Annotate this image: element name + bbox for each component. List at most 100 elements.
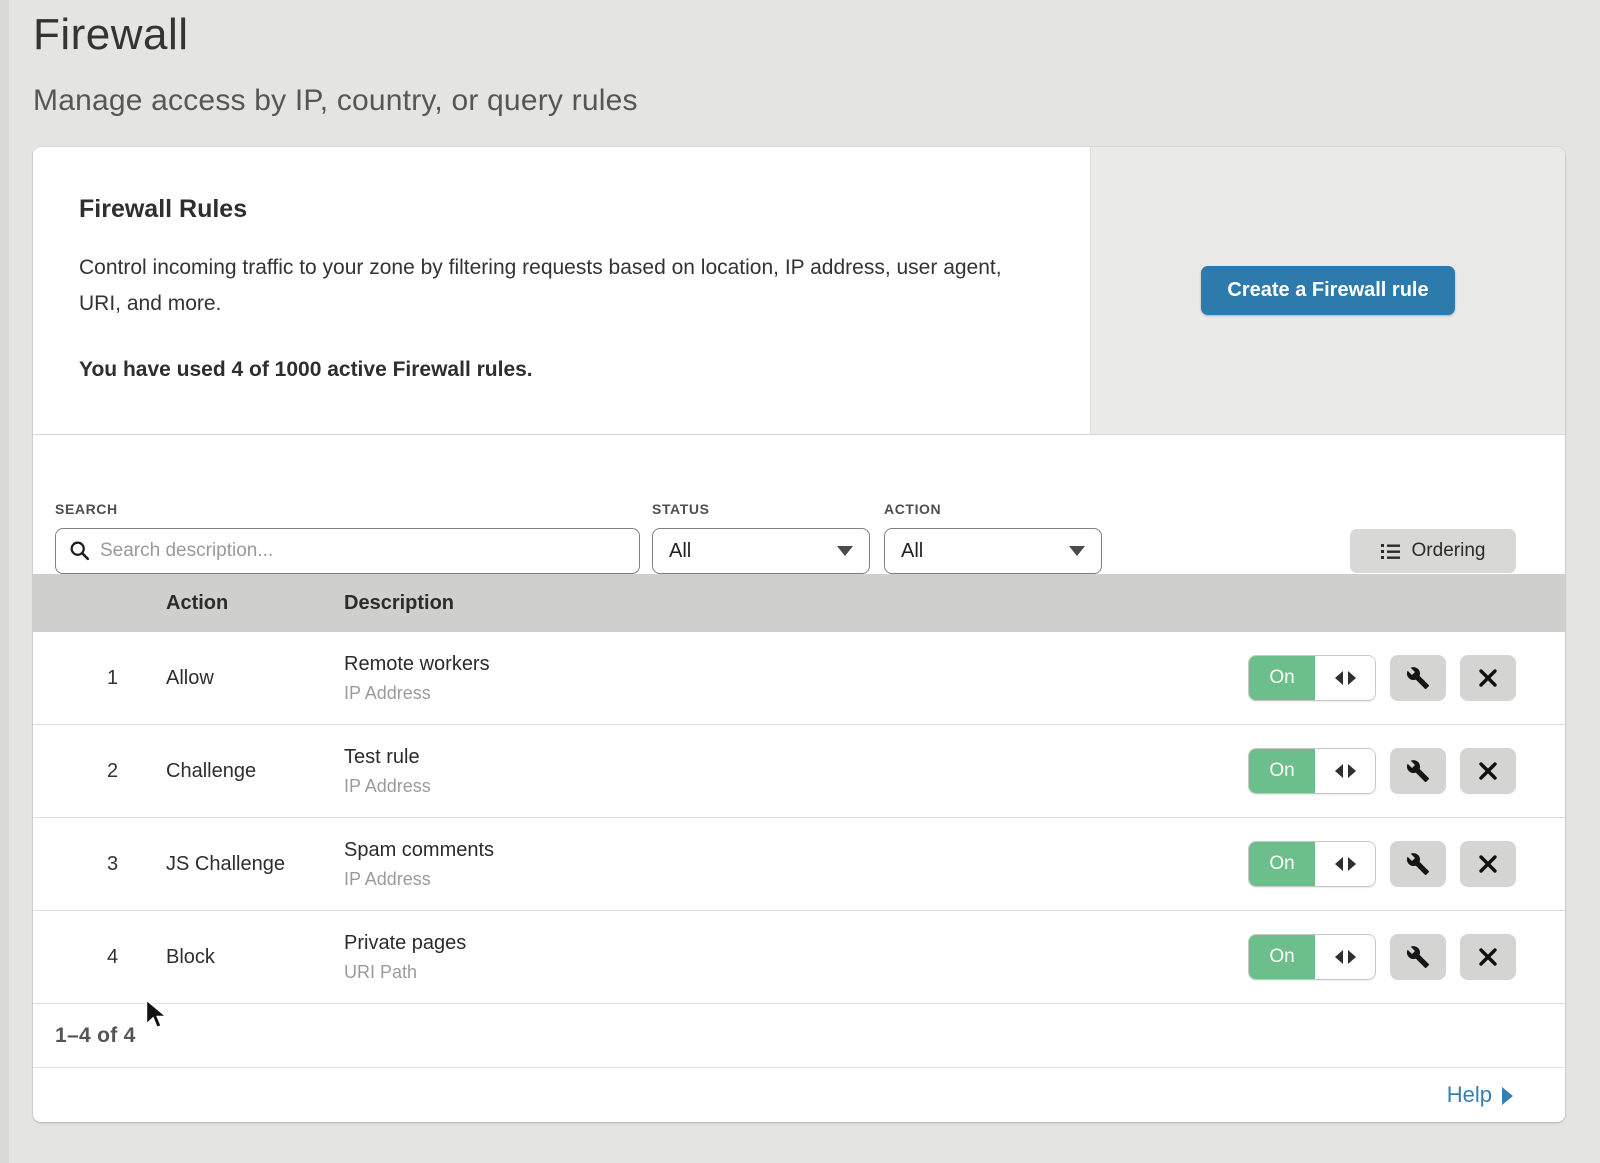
rule-description-cell: Spam comments IP Address <box>344 839 1248 890</box>
rule-enabled-toggle[interactable]: On <box>1248 841 1376 887</box>
rule-description-cell: Remote workers IP Address <box>344 653 1248 704</box>
rule-field-type: URI Path <box>344 962 1248 983</box>
table-header: Action Description <box>33 574 1565 632</box>
rule-field-type: IP Address <box>344 776 1248 797</box>
status-filter-group: STATUS All <box>652 501 870 574</box>
table-row: 2 Challenge Test rule IP Address On <box>33 725 1565 818</box>
table-row: 3 JS Challenge Spam comments IP Address … <box>33 818 1565 911</box>
rule-enabled-toggle[interactable]: On <box>1248 934 1376 980</box>
delete-rule-button[interactable] <box>1460 748 1516 794</box>
action-label: ACTION <box>884 501 1102 517</box>
rule-controls: On <box>1248 655 1565 701</box>
help-row: Help <box>33 1067 1565 1122</box>
close-icon <box>1478 761 1498 781</box>
help-link-label: Help <box>1447 1082 1492 1108</box>
rule-enabled-toggle[interactable]: On <box>1248 748 1376 794</box>
delete-rule-button[interactable] <box>1460 841 1516 887</box>
rule-field-type: IP Address <box>344 869 1248 890</box>
filters-bar: SEARCH STATUS All ACTION <box>33 435 1565 574</box>
delete-rule-button[interactable] <box>1460 934 1516 980</box>
toggle-on-label: On <box>1249 935 1315 979</box>
rules-overview-section: Firewall Rules Control incoming traffic … <box>33 147 1565 434</box>
toggle-on-label: On <box>1249 656 1315 700</box>
rule-priority: 1 <box>33 667 166 690</box>
help-link[interactable]: Help <box>1447 1082 1513 1108</box>
search-wrap <box>55 528 640 574</box>
rule-enabled-toggle[interactable]: On <box>1248 655 1376 701</box>
arrow-right-icon <box>1348 857 1356 871</box>
wrench-icon <box>1406 666 1430 690</box>
arrow-right-icon <box>1348 764 1356 778</box>
search-icon <box>69 540 91 562</box>
chevron-down-icon <box>1069 546 1085 556</box>
rule-action: Challenge <box>166 760 344 783</box>
arrow-left-icon <box>1335 764 1343 778</box>
rule-description-cell: Test rule IP Address <box>344 746 1248 797</box>
arrow-left-icon <box>1335 671 1343 685</box>
delete-rule-button[interactable] <box>1460 655 1516 701</box>
rule-field-type: IP Address <box>344 683 1248 704</box>
page-title: Firewall <box>33 0 1565 60</box>
chevron-down-icon <box>837 546 853 556</box>
table-row: 4 Block Private pages URI Path On <box>33 911 1565 1004</box>
toggle-knob <box>1315 935 1375 979</box>
toggle-knob <box>1315 842 1375 886</box>
table-row: 1 Allow Remote workers IP Address On <box>33 632 1565 725</box>
rules-description: Control incoming traffic to your zone by… <box>79 250 1029 322</box>
wrench-icon <box>1406 945 1430 969</box>
action-select-value: All <box>901 540 923 563</box>
toggle-knob <box>1315 749 1375 793</box>
arrow-left-icon <box>1335 857 1343 871</box>
rule-description: Test rule <box>344 746 1248 769</box>
arrow-right-icon <box>1502 1087 1513 1105</box>
rule-description-cell: Private pages URI Path <box>344 932 1248 983</box>
toggle-on-label: On <box>1249 842 1315 886</box>
rule-description: Private pages <box>344 932 1248 955</box>
wrench-icon <box>1406 759 1430 783</box>
create-rule-panel: Create a Firewall rule <box>1090 147 1565 434</box>
page-subtitle: Manage access by IP, country, or query r… <box>33 84 1565 118</box>
action-column-header: Action <box>166 592 344 615</box>
rule-action: Block <box>166 946 344 969</box>
firewall-page: Firewall Manage access by IP, country, o… <box>33 0 1565 1122</box>
pagination-range: 1–4 of 4 <box>55 1024 136 1048</box>
rules-usage-count: You have used 4 of 1000 active Firewall … <box>79 358 1044 382</box>
rule-priority: 4 <box>33 946 166 969</box>
rule-description: Remote workers <box>344 653 1248 676</box>
status-select-value: All <box>669 540 691 563</box>
close-icon <box>1478 668 1498 688</box>
rule-action: JS Challenge <box>166 853 344 876</box>
action-select[interactable]: All <box>884 528 1102 574</box>
arrow-right-icon <box>1348 950 1356 964</box>
search-filter-group: SEARCH <box>55 501 640 574</box>
wrench-icon <box>1406 852 1430 876</box>
status-select[interactable]: All <box>652 528 870 574</box>
list-ordering-icon <box>1381 543 1400 560</box>
toggle-on-label: On <box>1249 749 1315 793</box>
rules-info: Firewall Rules Control incoming traffic … <box>33 147 1090 434</box>
ordering-button[interactable]: Ordering <box>1350 529 1516 573</box>
rule-description: Spam comments <box>344 839 1248 862</box>
ordering-button-label: Ordering <box>1412 540 1486 562</box>
edit-rule-button[interactable] <box>1390 748 1446 794</box>
rule-controls: On <box>1248 748 1565 794</box>
rule-controls: On <box>1248 841 1565 887</box>
close-icon <box>1478 947 1498 967</box>
mouse-cursor <box>143 998 173 1032</box>
close-icon <box>1478 854 1498 874</box>
table-footer: 1–4 of 4 <box>33 1004 1565 1067</box>
create-firewall-rule-button[interactable]: Create a Firewall rule <box>1201 266 1454 315</box>
status-label: STATUS <box>652 501 870 517</box>
toggle-knob <box>1315 656 1375 700</box>
edit-rule-button[interactable] <box>1390 934 1446 980</box>
rule-controls: On <box>1248 934 1565 980</box>
firewall-rules-card: Firewall Rules Control incoming traffic … <box>33 147 1565 1122</box>
arrow-right-icon <box>1348 671 1356 685</box>
search-input[interactable] <box>55 528 640 574</box>
window-edge <box>0 0 9 1163</box>
edit-rule-button[interactable] <box>1390 655 1446 701</box>
edit-rule-button[interactable] <box>1390 841 1446 887</box>
action-filter-group: ACTION All <box>884 501 1102 574</box>
rule-priority: 2 <box>33 760 166 783</box>
description-column-header: Description <box>344 592 1565 615</box>
